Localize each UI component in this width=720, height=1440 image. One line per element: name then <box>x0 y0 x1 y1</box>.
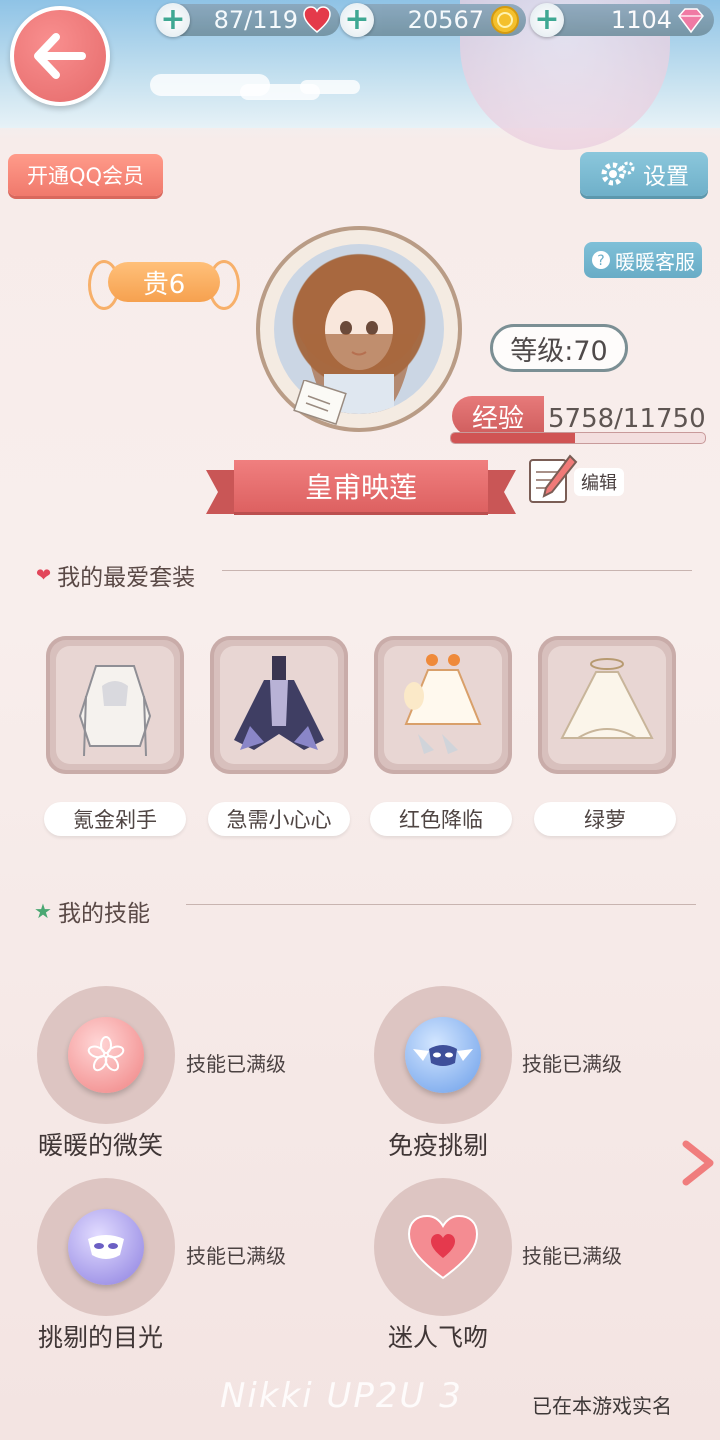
vip-badge[interactable]: 贵6 <box>88 258 240 310</box>
skill-name-3: 挑剔的目光 <box>38 1323 164 1352</box>
name-banner: 皇甫映莲 <box>206 460 516 514</box>
level-badge: 等级:70 <box>490 324 628 372</box>
back-button[interactable] <box>10 6 110 106</box>
vip-level: 贵6 <box>108 262 220 302</box>
mask-icon <box>88 1235 124 1259</box>
favorite-outfit-label-2[interactable]: 急需小心心 <box>208 802 350 836</box>
outfit-thumbnail-icon <box>404 654 482 754</box>
star-icon: ★ <box>34 899 52 923</box>
sakura-icon <box>87 1036 125 1072</box>
gold-coin-icon <box>491 6 519 34</box>
outfit-thumbnail-icon <box>560 658 654 739</box>
qq-member-button[interactable]: 开通QQ会员 <box>8 154 163 196</box>
divider <box>186 904 696 905</box>
outfit-thumbnail-icon <box>234 656 324 750</box>
favorites-section-title: ❤ 我的最爱套装 <box>36 564 196 592</box>
exp-progress-fill <box>451 433 576 443</box>
favorite-outfit-card-2[interactable] <box>210 636 348 774</box>
heart-icon <box>303 6 331 33</box>
skill-name-1: 暖暖的微笑 <box>38 1131 164 1160</box>
skill-icon-smile[interactable] <box>37 986 175 1124</box>
heart-icon <box>407 1214 479 1280</box>
realname-verified-text: 已在本游戏实名 <box>532 1394 672 1418</box>
add-stamina-button[interactable]: + <box>156 3 190 37</box>
plus-icon: + <box>534 2 560 37</box>
exp-label: 经验 <box>471 403 524 434</box>
skill-status-3: 技能已满级 <box>186 1244 286 1268</box>
customer-service-label: 暖暖客服 <box>615 249 695 274</box>
edit-label: 编辑 <box>574 468 624 496</box>
customer-service-button[interactable]: ? 暖暖客服 <box>584 242 702 278</box>
favorite-outfit-label-4[interactable]: 绿萝 <box>534 802 676 836</box>
heart-small-icon: ❤ <box>36 564 52 586</box>
question-icon: ? <box>592 251 610 269</box>
settings-label: 设置 <box>643 164 689 190</box>
player-name: 皇甫映莲 <box>234 460 488 512</box>
favorite-outfit-label-1[interactable]: 氪金剁手 <box>44 802 186 836</box>
exp-label-tag: 经验 <box>452 396 544 436</box>
skill-status-4: 技能已满级 <box>522 1244 622 1268</box>
skill-icon-kiss[interactable] <box>374 1178 512 1316</box>
skill-name-2: 免疫挑剔 <box>388 1131 489 1160</box>
qq-member-label: 开通QQ会员 <box>26 164 145 188</box>
winged-mask-icon <box>413 1045 473 1066</box>
stamina-value: 87/119 <box>213 6 298 34</box>
settings-button[interactable]: 设置 <box>580 152 708 196</box>
diamond-value: 1104 <box>610 6 672 34</box>
letter-icon <box>293 380 347 425</box>
add-diamond-button[interactable]: + <box>530 3 564 37</box>
skill-name-4: 迷人飞吻 <box>388 1323 489 1352</box>
favorite-outfit-card-3[interactable] <box>374 636 512 774</box>
plus-icon: + <box>344 2 370 37</box>
gear-icon <box>601 161 635 186</box>
edit-name-button[interactable]: 编辑 <box>526 452 626 508</box>
exp-value: 5758/11750 <box>548 404 706 434</box>
favorite-outfit-card-1[interactable] <box>46 636 184 774</box>
favorite-outfit-card-4[interactable] <box>538 636 676 774</box>
back-arrow-icon <box>34 33 86 79</box>
plus-icon: + <box>160 2 186 37</box>
skill-status-1: 技能已满级 <box>186 1052 286 1076</box>
level-label: 等级:70 <box>510 335 608 367</box>
diamond-icon <box>678 8 704 34</box>
edit-pencil-icon <box>529 454 578 503</box>
skill-status-2: 技能已满级 <box>522 1052 622 1076</box>
exp-progress-bar <box>450 432 706 444</box>
svg-text:?: ? <box>597 253 604 269</box>
favorite-outfit-label-3[interactable]: 红色降临 <box>370 802 512 836</box>
skill-icon-immune[interactable] <box>374 986 512 1124</box>
next-page-arrow-icon[interactable] <box>678 1138 718 1188</box>
skills-section-title: ★ 我的技能 <box>34 899 150 927</box>
add-gold-button[interactable]: + <box>340 3 374 37</box>
divider <box>222 570 692 571</box>
outfit-thumbnail-icon <box>78 665 152 757</box>
avatar-frame[interactable] <box>256 226 462 432</box>
game-logo-watermark: Nikki UP2U 3 <box>220 1376 463 1416</box>
skill-icon-critical-eye[interactable] <box>37 1178 175 1316</box>
gold-value: 20567 <box>407 6 484 34</box>
